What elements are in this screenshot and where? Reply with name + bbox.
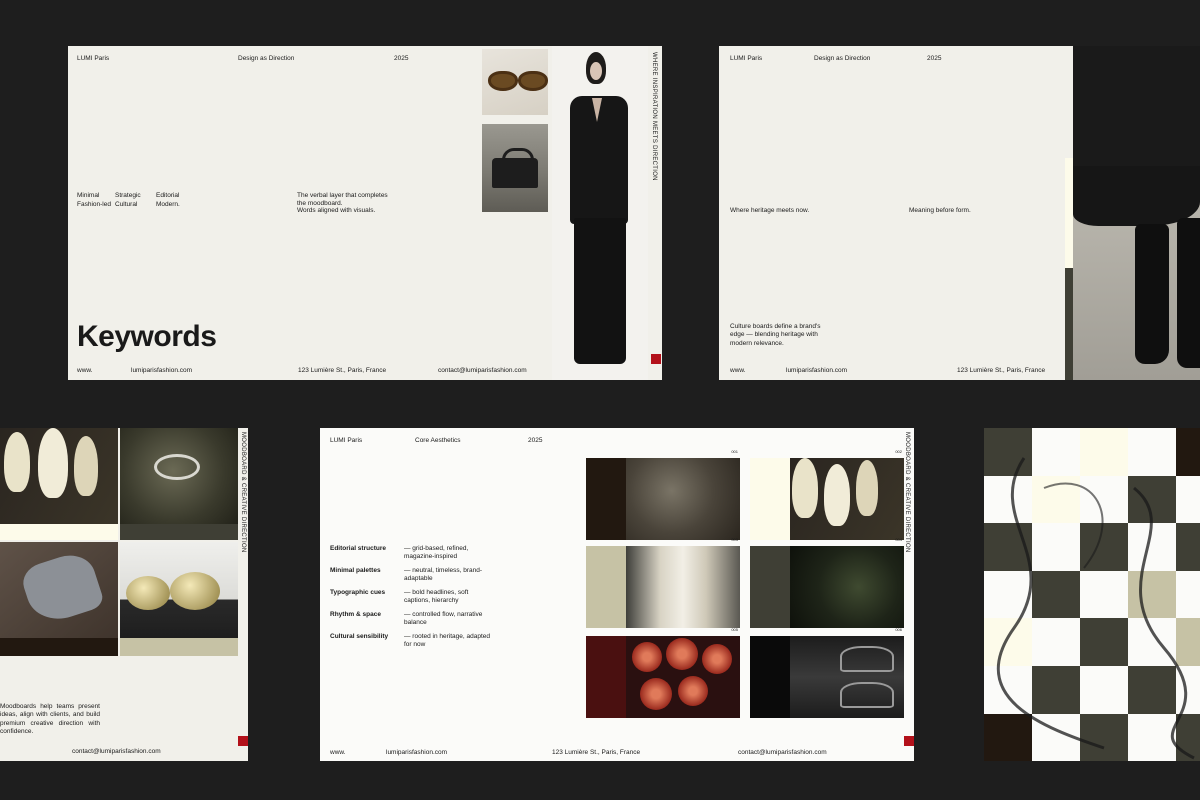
keyword: Strategic: [115, 192, 141, 199]
aesthetic-description: — neutral, timeless, brand-adaptable: [404, 567, 483, 583]
keyword: Modern.: [156, 200, 180, 208]
slide-moodboard: MOODBOARD & CREATIVE DIRECTION Moodboard…: [0, 428, 248, 761]
tile-number: 004: [895, 537, 902, 542]
sunglasses-photo: [482, 49, 548, 115]
red-accent-square: [238, 736, 248, 746]
footer-www: www.: [730, 367, 746, 374]
footer-www: www.: [77, 367, 93, 374]
brand-label: LUMI Paris: [77, 55, 110, 62]
slide-heritage: LUMI Paris Design as Direction 2025 Wher…: [719, 46, 1200, 380]
brand-label: LUMI Paris: [730, 55, 763, 62]
tile-photo-tulips: 002: [790, 449, 904, 540]
culture-paragraph: Culture boards define a brand's edge — b…: [730, 323, 821, 347]
slide-year: 2025: [394, 55, 409, 62]
left-caption: Where heritage meets now.: [730, 207, 810, 214]
aesthetic-description: — bold headlines, soft captions, hierarc…: [404, 589, 469, 605]
squiggle-lines: [997, 457, 1195, 760]
color-strip-olive: [1065, 268, 1073, 380]
footer-address: 123 Lumière St., Paris, France: [957, 367, 1046, 374]
slide-subtitle: Design as Direction: [814, 55, 871, 62]
tile-swatch-dark-brown: [586, 458, 626, 540]
footer-address: 123 Lumière St., Paris, France: [552, 749, 641, 756]
tile-number: 001: [731, 449, 738, 454]
slide-pattern: [984, 428, 1200, 761]
keyword: Minimal: [77, 192, 100, 199]
model-photo: [552, 46, 648, 380]
tile-number: 002: [895, 449, 902, 454]
tile-swatch-olive: [750, 546, 790, 628]
description-line-2: Words aligned with visuals.: [297, 207, 376, 214]
aesthetic-label: Minimal palettes: [330, 567, 381, 574]
keyword: Cultural: [115, 200, 138, 208]
aesthetic-label: Editorial structure: [330, 545, 386, 552]
slide-year: 2025: [927, 55, 942, 62]
footer-www: www.: [330, 749, 346, 756]
tile-swatch-sage: [586, 546, 626, 628]
aesthetic-description: — rooted in heritage, adapted for now: [404, 633, 491, 649]
footer-email: contact@lumiparisfashion.com: [438, 367, 527, 374]
aesthetic-label: Typographic cues: [330, 589, 386, 596]
aesthetic-description: — controlled flow, narrative balance: [404, 611, 483, 627]
knit-photo: [0, 542, 118, 638]
footer-site: lumiparisfashion.com: [131, 367, 193, 374]
color-strip-cream: [1065, 158, 1073, 268]
tile-number: 005: [731, 627, 738, 632]
slide-subtitle: Design as Direction: [238, 55, 295, 62]
dark-brown-swatch: [0, 638, 118, 656]
keyword-column-3: Editorial Modern.: [156, 192, 180, 210]
aesthetic-label: Rhythm & space: [330, 611, 381, 618]
footer-site: lumiparisfashion.com: [786, 367, 848, 374]
sage-swatch: [120, 638, 238, 656]
keyword: Editorial: [156, 192, 180, 199]
boots-photo: [1073, 46, 1200, 380]
keyword-column-1: Minimal Fashion-led: [77, 192, 111, 210]
olive-swatch: [120, 524, 238, 540]
right-caption: Meaning before form.: [909, 207, 971, 214]
keyword: Fashion-led: [77, 200, 111, 208]
slide-title: Keywords: [77, 320, 217, 353]
footer-email: contact@lumiparisfashion.com: [72, 748, 161, 755]
tile-number: 006: [895, 627, 902, 632]
slide-core-aesthetics: LUMI Paris Core Aesthetics 2025 Editoria…: [320, 428, 914, 761]
footer-site: lumiparisfashion.com: [386, 749, 448, 756]
red-accent-square: [651, 354, 661, 364]
tile-photo-leaves: 004: [790, 537, 904, 628]
tulips-photo: [0, 428, 118, 524]
tile-photo-drapery: 003: [626, 537, 740, 628]
vertical-caption: MOODBOARD & CREATIVE DIRECTION: [240, 432, 246, 553]
tile-number: 003: [731, 537, 738, 542]
keyword-column-2: Strategic Cultural: [115, 192, 141, 210]
vertical-caption: MOODBOARD & CREATIVE DIRECTION: [904, 432, 910, 553]
tile-swatch-cream: [750, 458, 790, 540]
tile-photo-bronze: 001: [626, 449, 740, 540]
tile-photo-glasses: 006: [790, 627, 904, 718]
tile-photo-figs: 005: [626, 627, 740, 718]
gold-object-photo: [120, 542, 238, 638]
footer-email: contact@lumiparisfashion.com: [738, 749, 827, 756]
slide-year: 2025: [528, 437, 543, 444]
handbag-photo: [482, 124, 548, 212]
slide-subtitle: Core Aesthetics: [415, 437, 461, 444]
aesthetic-description: — grid-based, refined, magazine-inspired: [404, 545, 469, 561]
brand-label: LUMI Paris: [330, 437, 363, 444]
slide-keywords: LUMI Paris Design as Direction 2025 Mini…: [68, 46, 662, 380]
jewelry-photo: [120, 428, 238, 524]
red-accent-square: [904, 736, 914, 746]
tile-swatch-black: [750, 636, 790, 718]
footer-address: 123 Lumière St., Paris, France: [298, 367, 387, 374]
cream-swatch: [0, 524, 118, 540]
vertical-caption: WHERE INSPIRATION MEETS DIRECTION: [651, 52, 657, 181]
moodboard-paragraph: Moodboards help teams present ideas, ali…: [0, 703, 100, 736]
aesthetic-label: Cultural sensibility: [330, 633, 389, 640]
tile-swatch-maroon: [586, 636, 626, 718]
